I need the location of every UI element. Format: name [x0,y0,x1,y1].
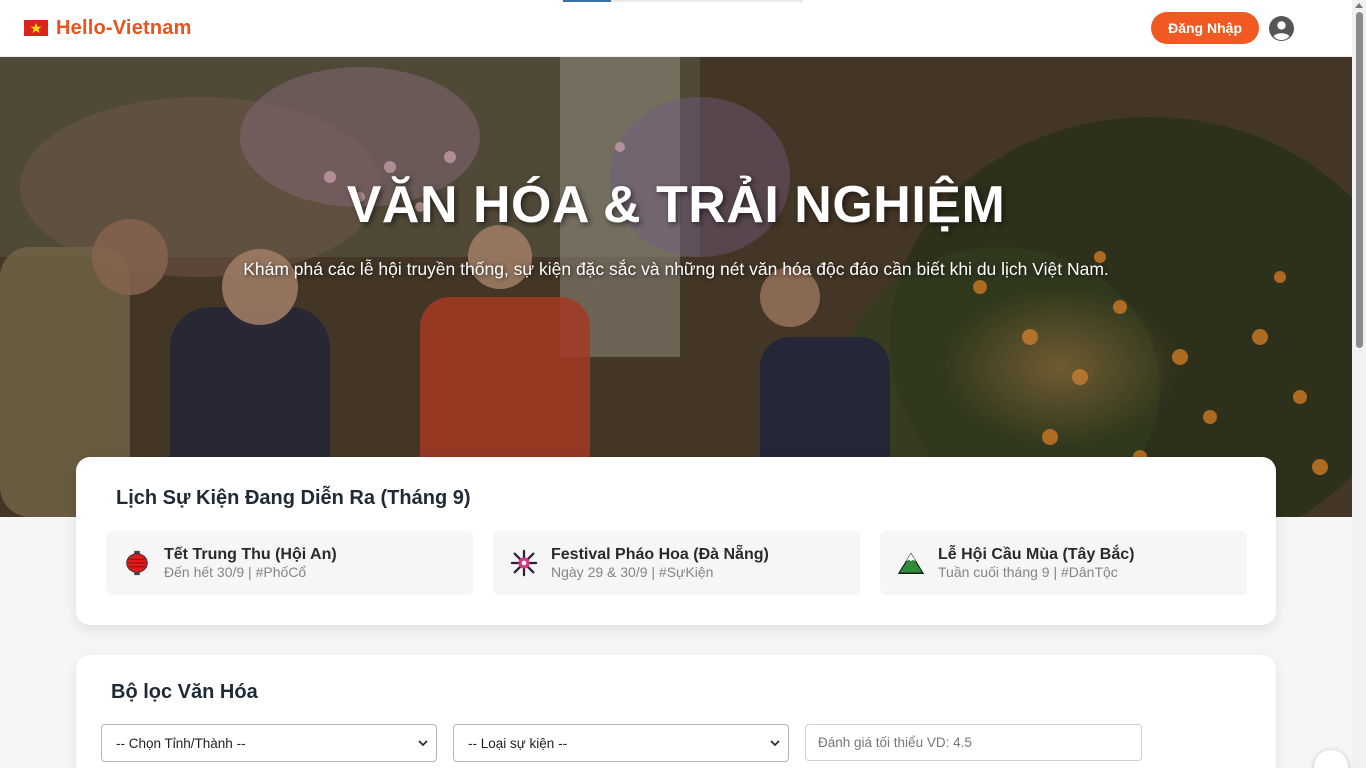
top-navbar: Hello-Vietnam Đăng Nhập [0,0,1352,57]
page-progress-active [563,0,611,2]
event-list: Tết Trung Thu (Hội An) Đến hết 30/9 | #P… [106,531,1247,595]
province-select-value: -- Chọn Tỉnh/Thành -- [116,735,246,751]
event-meta: Ngày 29 & 30/9 | #SựKiện [551,564,714,580]
event-meta: Tuần cuối tháng 9 | #DânTộc [938,564,1118,580]
brand-logo[interactable]: Hello-Vietnam [24,17,192,40]
event-item-fireworks[interactable]: Festival Pháo Hoa (Đà Nẵng) Ngày 29 & 30… [493,531,860,595]
event-text: Tết Trung Thu (Hội An) Đến hết 30/9 | #P… [164,545,337,581]
vietnam-flag-icon [24,20,48,36]
event-name: Festival Pháo Hoa (Đà Nẵng) [551,546,769,563]
header-actions: Đăng Nhập [1151,12,1294,44]
floating-action-button[interactable] [1314,750,1348,768]
event-name: Lễ Hội Cầu Mùa (Tây Bắc) [938,546,1135,563]
page-scrollbar[interactable] [1352,0,1366,768]
login-button[interactable]: Đăng Nhập [1151,12,1259,44]
user-account-icon[interactable] [1269,15,1294,41]
event-item-mid-autumn[interactable]: Tết Trung Thu (Hội An) Đến hết 30/9 | #P… [106,531,473,595]
scrollbar-thumb[interactable] [1356,12,1363,348]
event-name: Tết Trung Thu (Hội An) [164,546,337,563]
chevron-down-icon [418,740,428,747]
province-select[interactable]: -- Chọn Tỉnh/Thành -- [101,724,437,762]
event-type-select[interactable]: -- Loại sự kiện -- [453,724,789,762]
page-progress-indicator [563,0,803,2]
event-text: Festival Pháo Hoa (Đà Nẵng) Ngày 29 & 30… [551,545,769,581]
red-lantern-icon [122,548,152,578]
scroll-up-arrow-icon[interactable] [1355,3,1363,8]
hero-title: VĂN HÓA & TRẢI NGHIỆM [346,176,1006,234]
events-calendar-card: Lịch Sự Kiện Đang Diễn Ra (Tháng 9) Tết … [76,457,1276,625]
event-meta: Đến hết 30/9 | #PhốCổ [164,564,307,580]
chevron-down-icon [770,740,780,747]
hero-banner: VĂN HÓA & TRẢI NGHIỆM Khám phá các lễ hộ… [0,57,1352,517]
filter-row: -- Chọn Tỉnh/Thành -- -- Loại sự kiện -- [101,724,1142,762]
filter-title: Bộ lọc Văn Hóa [111,681,258,703]
hero-subtitle: Khám phá các lễ hội truyền thống, sự kiệ… [243,259,1109,279]
event-type-select-value: -- Loại sự kiện -- [468,735,568,751]
hero-overlay [0,57,1352,517]
event-item-harvest-festival[interactable]: Lễ Hội Cầu Mùa (Tây Bắc) Tuần cuối tháng… [880,531,1247,595]
brand-name: Hello-Vietnam [56,16,192,39]
fireworks-icon [509,548,539,578]
events-calendar-title: Lịch Sự Kiện Đang Diễn Ra (Tháng 9) [116,487,471,509]
culture-filter-card: Bộ lọc Văn Hóa -- Chọn Tỉnh/Thành -- -- … [76,655,1276,768]
mountain-icon [896,548,926,578]
event-text: Lễ Hội Cầu Mùa (Tây Bắc) Tuần cuối tháng… [938,545,1134,581]
min-rating-input[interactable] [805,724,1142,761]
